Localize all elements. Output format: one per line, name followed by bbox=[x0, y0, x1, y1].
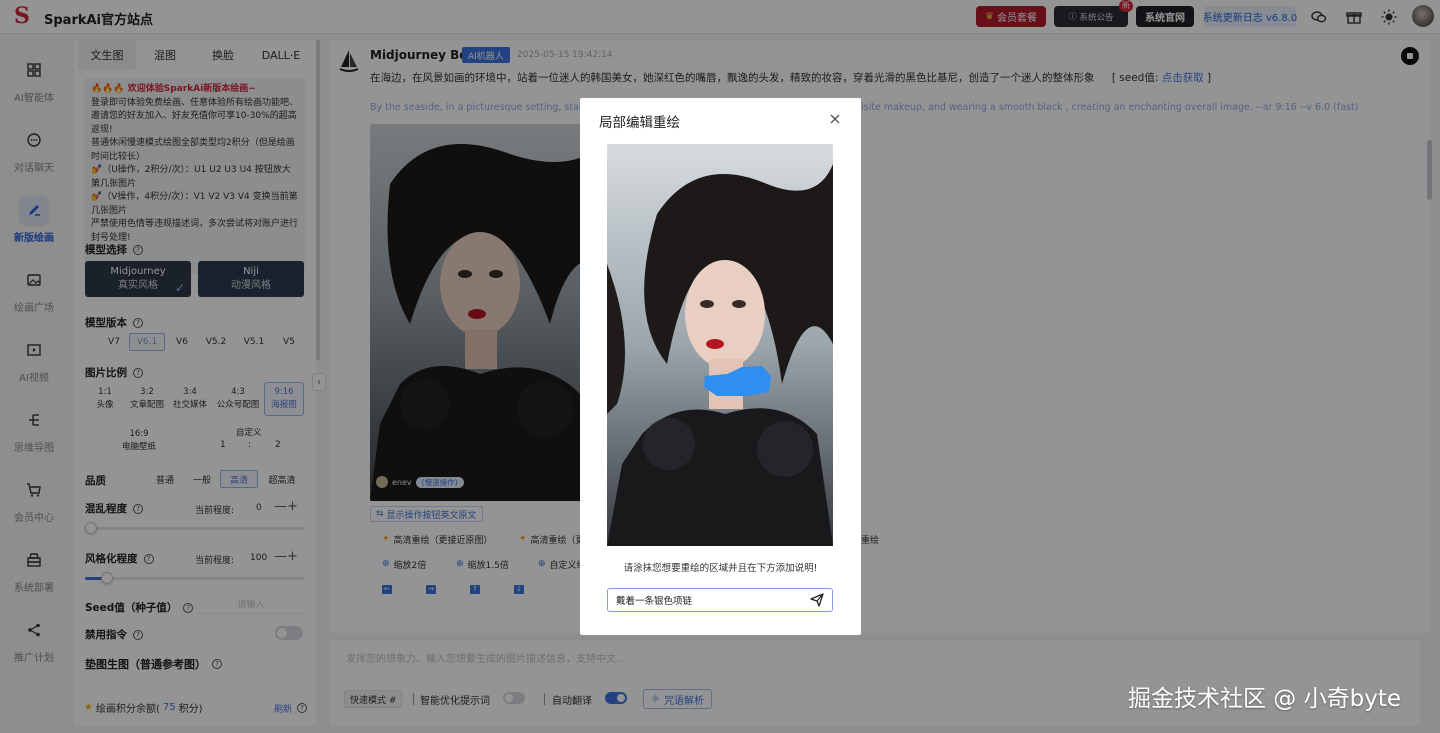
modal-title: 局部编辑重绘 bbox=[599, 115, 680, 131]
inpaint-description-input[interactable] bbox=[607, 588, 833, 612]
send-icon[interactable] bbox=[810, 593, 824, 607]
watermark: 掘金技术社区 @ 小奇byte bbox=[1128, 686, 1402, 712]
modal-hint: 请涂抹您想要重绘的区域并且在下方添加说明! bbox=[623, 563, 818, 574]
inpaint-canvas[interactable] bbox=[607, 144, 833, 546]
close-icon[interactable] bbox=[829, 113, 841, 125]
inpaint-modal: 局部编辑重绘 请涂抹您想要重绘的区域并且在下方添加说明! bbox=[580, 98, 861, 635]
